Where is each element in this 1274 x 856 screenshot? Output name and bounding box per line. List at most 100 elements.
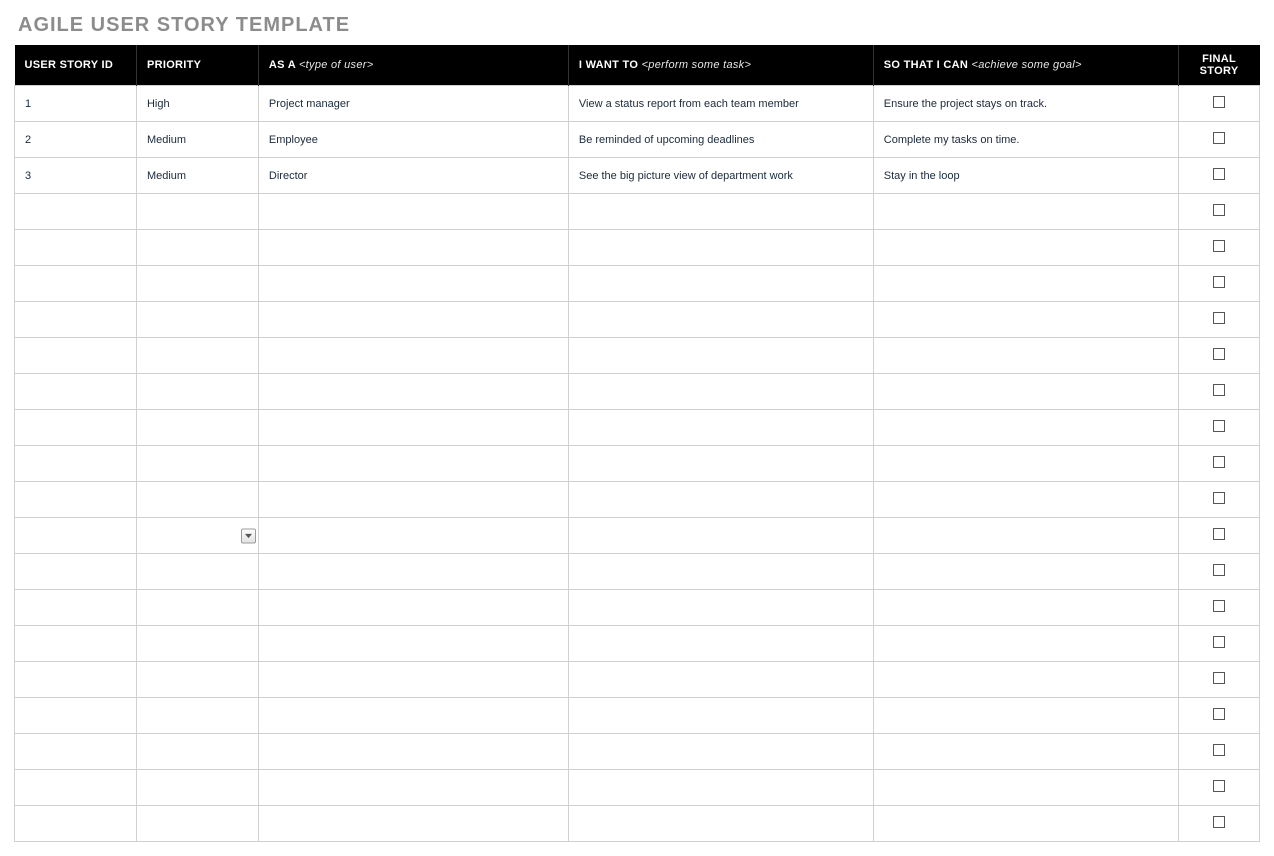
cell-final-story[interactable] bbox=[1178, 554, 1259, 590]
final-story-checkbox[interactable] bbox=[1213, 276, 1225, 288]
cell-as-a[interactable] bbox=[258, 734, 568, 770]
final-story-checkbox[interactable] bbox=[1213, 204, 1225, 216]
cell-so-that[interactable]: Complete my tasks on time. bbox=[873, 122, 1178, 158]
cell-i-want-to[interactable]: Be reminded of upcoming deadlines bbox=[568, 122, 873, 158]
cell-as-a[interactable] bbox=[258, 410, 568, 446]
cell-i-want-to[interactable] bbox=[568, 266, 873, 302]
cell-final-story[interactable] bbox=[1178, 410, 1259, 446]
cell-priority[interactable] bbox=[136, 806, 258, 842]
cell-i-want-to[interactable] bbox=[568, 410, 873, 446]
cell-final-story[interactable] bbox=[1178, 770, 1259, 806]
cell-user-story-id[interactable] bbox=[15, 482, 137, 518]
cell-final-story[interactable] bbox=[1178, 230, 1259, 266]
cell-user-story-id[interactable] bbox=[15, 446, 137, 482]
cell-as-a[interactable] bbox=[258, 194, 568, 230]
cell-i-want-to[interactable] bbox=[568, 590, 873, 626]
final-story-checkbox[interactable] bbox=[1213, 312, 1225, 324]
cell-final-story[interactable] bbox=[1178, 482, 1259, 518]
cell-i-want-to[interactable] bbox=[568, 698, 873, 734]
cell-final-story[interactable] bbox=[1178, 662, 1259, 698]
cell-so-that[interactable] bbox=[873, 482, 1178, 518]
cell-i-want-to[interactable] bbox=[568, 554, 873, 590]
cell-priority[interactable] bbox=[136, 770, 258, 806]
cell-final-story[interactable] bbox=[1178, 338, 1259, 374]
cell-final-story[interactable] bbox=[1178, 86, 1259, 122]
final-story-checkbox[interactable] bbox=[1213, 708, 1225, 720]
cell-priority[interactable] bbox=[136, 446, 258, 482]
cell-final-story[interactable] bbox=[1178, 122, 1259, 158]
cell-so-that[interactable] bbox=[873, 734, 1178, 770]
final-story-checkbox[interactable] bbox=[1213, 600, 1225, 612]
cell-i-want-to[interactable] bbox=[568, 194, 873, 230]
cell-user-story-id[interactable] bbox=[15, 806, 137, 842]
final-story-checkbox[interactable] bbox=[1213, 420, 1225, 432]
cell-final-story[interactable] bbox=[1178, 374, 1259, 410]
cell-priority[interactable] bbox=[136, 230, 258, 266]
cell-final-story[interactable] bbox=[1178, 158, 1259, 194]
cell-user-story-id[interactable] bbox=[15, 194, 137, 230]
cell-so-that[interactable] bbox=[873, 302, 1178, 338]
cell-user-story-id[interactable] bbox=[15, 338, 137, 374]
final-story-checkbox[interactable] bbox=[1213, 636, 1225, 648]
final-story-checkbox[interactable] bbox=[1213, 96, 1225, 108]
final-story-checkbox[interactable] bbox=[1213, 564, 1225, 576]
final-story-checkbox[interactable] bbox=[1213, 168, 1225, 180]
final-story-checkbox[interactable] bbox=[1213, 132, 1225, 144]
cell-as-a[interactable] bbox=[258, 554, 568, 590]
cell-i-want-to[interactable] bbox=[568, 482, 873, 518]
cell-priority[interactable] bbox=[136, 626, 258, 662]
cell-final-story[interactable] bbox=[1178, 590, 1259, 626]
cell-as-a[interactable] bbox=[258, 590, 568, 626]
final-story-checkbox[interactable] bbox=[1213, 456, 1225, 468]
cell-user-story-id[interactable]: 2 bbox=[15, 122, 137, 158]
cell-priority[interactable] bbox=[136, 302, 258, 338]
cell-final-story[interactable] bbox=[1178, 626, 1259, 662]
cell-user-story-id[interactable] bbox=[15, 230, 137, 266]
cell-i-want-to[interactable] bbox=[568, 446, 873, 482]
cell-i-want-to[interactable]: View a status report from each team memb… bbox=[568, 86, 873, 122]
cell-final-story[interactable] bbox=[1178, 266, 1259, 302]
final-story-checkbox[interactable] bbox=[1213, 528, 1225, 540]
cell-priority[interactable] bbox=[136, 482, 258, 518]
cell-user-story-id[interactable] bbox=[15, 590, 137, 626]
cell-user-story-id[interactable] bbox=[15, 698, 137, 734]
cell-as-a[interactable] bbox=[258, 266, 568, 302]
cell-priority[interactable] bbox=[136, 266, 258, 302]
cell-so-that[interactable] bbox=[873, 266, 1178, 302]
cell-priority[interactable] bbox=[136, 194, 258, 230]
final-story-checkbox[interactable] bbox=[1213, 240, 1225, 252]
cell-so-that[interactable] bbox=[873, 770, 1178, 806]
cell-as-a[interactable] bbox=[258, 806, 568, 842]
cell-final-story[interactable] bbox=[1178, 518, 1259, 554]
cell-i-want-to[interactable] bbox=[568, 302, 873, 338]
cell-priority[interactable] bbox=[136, 662, 258, 698]
cell-final-story[interactable] bbox=[1178, 302, 1259, 338]
cell-priority[interactable] bbox=[136, 338, 258, 374]
cell-as-a[interactable] bbox=[258, 518, 568, 554]
cell-final-story[interactable] bbox=[1178, 194, 1259, 230]
final-story-checkbox[interactable] bbox=[1213, 816, 1225, 828]
cell-so-that[interactable] bbox=[873, 662, 1178, 698]
cell-as-a[interactable] bbox=[258, 446, 568, 482]
cell-as-a[interactable] bbox=[258, 770, 568, 806]
cell-as-a[interactable] bbox=[258, 662, 568, 698]
cell-as-a[interactable]: Employee bbox=[258, 122, 568, 158]
cell-priority[interactable]: Medium bbox=[136, 122, 258, 158]
cell-priority[interactable] bbox=[136, 554, 258, 590]
cell-i-want-to[interactable] bbox=[568, 338, 873, 374]
cell-i-want-to[interactable] bbox=[568, 734, 873, 770]
cell-i-want-to[interactable] bbox=[568, 374, 873, 410]
cell-so-that[interactable] bbox=[873, 338, 1178, 374]
cell-as-a[interactable] bbox=[258, 302, 568, 338]
cell-so-that[interactable] bbox=[873, 554, 1178, 590]
cell-as-a[interactable]: Project manager bbox=[258, 86, 568, 122]
final-story-checkbox[interactable] bbox=[1213, 348, 1225, 360]
cell-user-story-id[interactable] bbox=[15, 662, 137, 698]
cell-user-story-id[interactable] bbox=[15, 410, 137, 446]
cell-user-story-id[interactable] bbox=[15, 518, 137, 554]
cell-user-story-id[interactable] bbox=[15, 374, 137, 410]
cell-as-a[interactable] bbox=[258, 482, 568, 518]
cell-user-story-id[interactable] bbox=[15, 770, 137, 806]
cell-as-a[interactable] bbox=[258, 338, 568, 374]
cell-i-want-to[interactable] bbox=[568, 626, 873, 662]
